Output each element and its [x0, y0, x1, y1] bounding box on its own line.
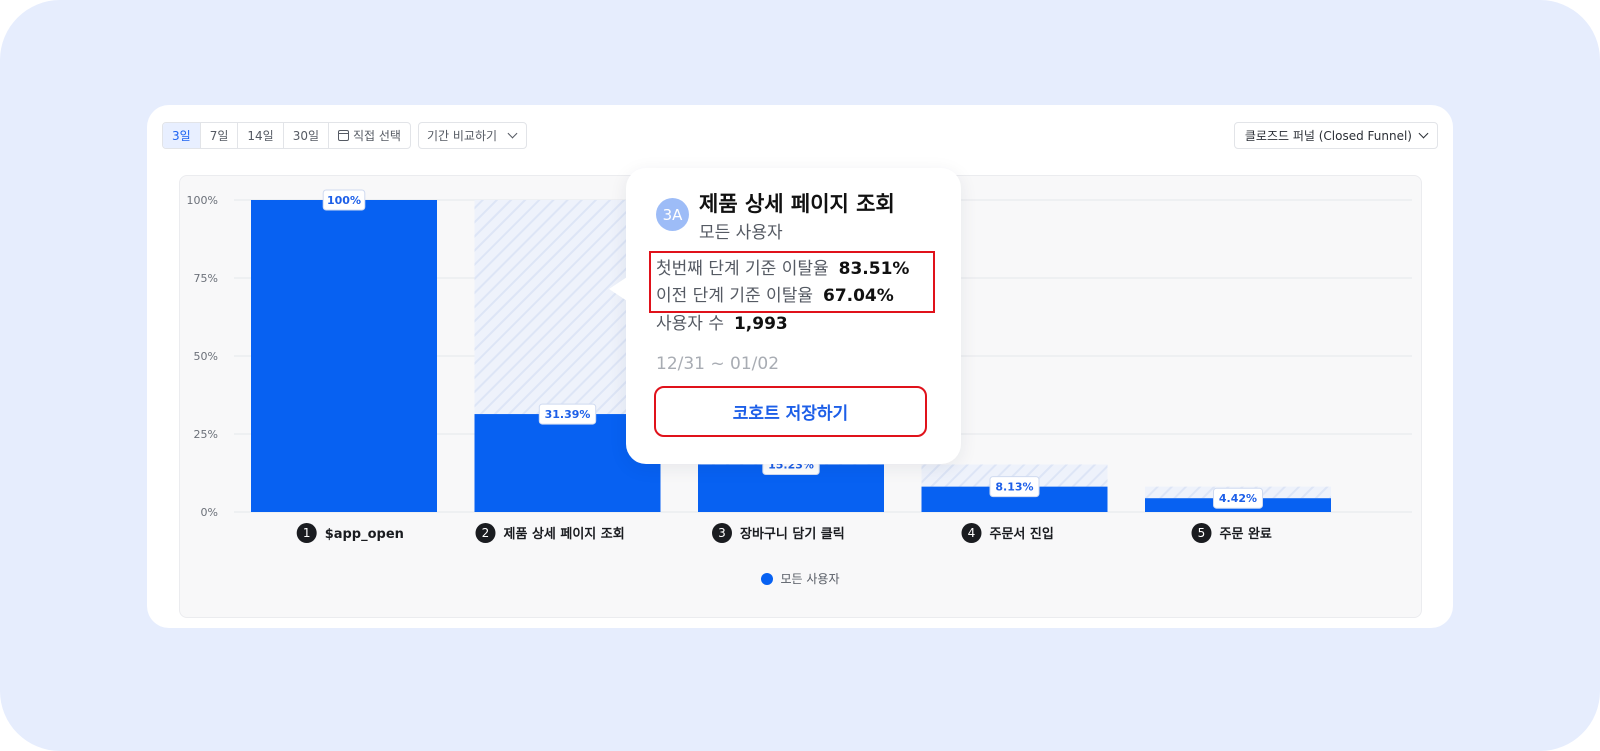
save-cohort-button[interactable]: 코호트 저장하기	[654, 386, 927, 437]
step-number: 4	[968, 526, 976, 540]
data-label: 8.13%	[995, 481, 1033, 494]
range-7d-button[interactable]: 7일	[201, 123, 239, 148]
data-label: 100%	[327, 194, 361, 207]
users-count-value: 1,993	[733, 314, 788, 334]
compare-period-label: 기간 비교하기	[427, 129, 498, 143]
y-tick-label: 0%	[201, 506, 218, 519]
step-tooltip: 3A 제품 상세 페이지 조회 모든 사용자 첫번째 단계 기준 이탈율 83.…	[609, 168, 961, 464]
data-label: 4.42%	[1219, 492, 1257, 505]
legend-label: 모든 사용자	[780, 572, 840, 586]
series-badge: 3A	[656, 198, 689, 231]
prev-step-dropoff-value: 67.04%	[822, 286, 894, 306]
funnel-type-dropdown[interactable]: 클로즈드 퍼널 (Closed Funnel)	[1233, 122, 1438, 149]
range-30d-button[interactable]: 30일	[284, 123, 329, 148]
y-tick-label: 25%	[194, 428, 218, 441]
custom-range-button[interactable]: 직접 선택	[329, 123, 410, 148]
range-14d-button[interactable]: 14일	[238, 123, 284, 148]
first-step-dropoff-label: 첫번째 단계 기준 이탈율	[656, 259, 829, 279]
step-number: 1	[303, 526, 311, 540]
data-label: 31.39%	[545, 408, 591, 421]
users-count-label: 사용자 수	[656, 314, 724, 334]
y-tick-label: 75%	[194, 272, 218, 285]
prev-step-dropoff-label: 이전 단계 기준 이탈율	[656, 286, 813, 306]
y-tick-label: 50%	[194, 350, 218, 363]
funnel-bar	[251, 200, 437, 512]
category-label: 주문서 진입	[990, 526, 1054, 542]
chevron-down-icon	[507, 128, 518, 139]
category-label: 제품 상세 페이지 조회	[504, 526, 625, 542]
range-7d-label: 7일	[209, 129, 229, 143]
step-number: 3	[718, 526, 726, 540]
y-tick-label: 100%	[187, 194, 218, 207]
tooltip-title: 제품 상세 페이지 조회	[699, 192, 895, 216]
tooltip-subtitle: 모든 사용자	[699, 223, 783, 243]
chart-legend: 모든 사용자	[180, 570, 1421, 587]
range-14d-label: 14일	[247, 129, 274, 143]
custom-range-label: 직접 선택	[353, 129, 401, 143]
tooltip-date-range: 12/31 ~ 01/02	[656, 354, 780, 374]
funnel-type-label: 클로즈드 퍼널 (Closed Funnel)	[1244, 129, 1412, 143]
step-number: 5	[1198, 526, 1206, 540]
prev-step-dropoff-row: 이전 단계 기준 이탈율 67.04%	[656, 281, 894, 306]
range-3d-button[interactable]: 3일	[163, 123, 201, 148]
range-3d-label: 3일	[172, 129, 191, 143]
series-badge-label: 3A	[662, 205, 683, 224]
step-number: 2	[482, 526, 490, 540]
legend-swatch	[761, 572, 774, 585]
date-range-selector: 3일 7일 14일 30일 직접 선택	[162, 122, 411, 149]
compare-period-dropdown[interactable]: 기간 비교하기	[418, 122, 528, 149]
range-30d-label: 30일	[292, 129, 319, 143]
category-label: $app_open	[325, 527, 404, 542]
category-label: 장바구니 담기 클릭	[740, 526, 845, 542]
save-cohort-label: 코호트 저장하기	[732, 404, 849, 424]
category-label: 주문 완료	[1220, 527, 1272, 542]
chevron-down-icon	[1418, 128, 1429, 139]
first-step-dropoff-row: 첫번째 단계 기준 이탈율 83.51%	[656, 254, 909, 279]
first-step-dropoff-value: 83.51%	[838, 259, 910, 279]
users-count-row: 사용자 수 1,993	[656, 309, 788, 334]
calendar-icon	[338, 130, 349, 141]
